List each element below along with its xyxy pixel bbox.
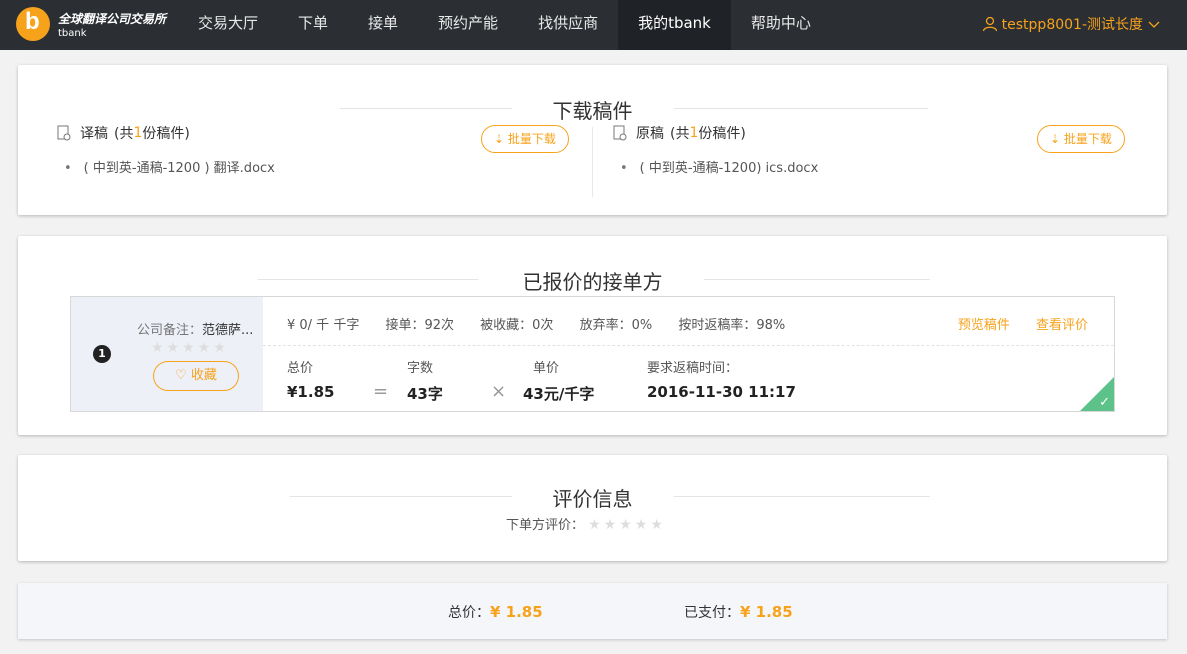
original-count: 1: [689, 125, 699, 141]
word-count-label: 字数: [407, 361, 434, 376]
download-title: 下载稿件: [552, 99, 633, 123]
times-sign: ×: [491, 381, 507, 402]
summary-total: 总价：¥ 1.85: [448, 602, 543, 622]
user-icon: [982, 16, 997, 32]
favorite-button[interactable]: ♡ 收藏: [153, 361, 239, 391]
company-rating-stars: ★★★★★: [151, 340, 229, 356]
translated-file-link[interactable]: ( 中到英-通稿-1200 ) 翻译.docx: [64, 157, 275, 176]
original-file-link[interactable]: ( 中到英-通稿-1200) ics.docx: [620, 157, 819, 176]
total-price-value: ¥1.85: [287, 383, 335, 401]
check-icon: ✓: [1099, 395, 1110, 410]
stat-orders: 接单：92次: [385, 318, 455, 333]
buyer-rating-stars: ★★★★★: [588, 517, 666, 533]
summary-paid-value: ¥ 1.85: [740, 603, 793, 621]
review-title: 评价信息: [552, 487, 633, 511]
dashed-divider: [263, 345, 1114, 346]
nav-find-supplier[interactable]: 找供应商: [518, 0, 618, 50]
quote-links: 预览稿件 查看评价: [936, 314, 1088, 333]
summary-paid-label: 已支付：: [684, 605, 740, 621]
company-label: 公司备注：: [137, 323, 203, 338]
equals-sign: =: [373, 381, 389, 402]
stat-price-per-thousand: ¥ 0/ 千 千字: [287, 318, 360, 333]
total-price-label: 总价: [287, 361, 314, 376]
brand-title: 全球翻译公司交易所: [58, 12, 167, 26]
unit-price-label: 单价: [533, 361, 560, 376]
quoted-section-title: 已报价的接单方: [18, 266, 1167, 295]
nav-take-order[interactable]: 接单: [348, 0, 418, 50]
batch-download-label: 批量下载: [1063, 132, 1112, 146]
nav-reserve-capacity[interactable]: 预约产能: [418, 0, 518, 50]
download-section-title: 下载稿件: [18, 95, 1167, 124]
stat-favorited: 被收藏：0次: [480, 318, 554, 333]
document-icon: [613, 125, 627, 141]
translated-label: 译稿: [80, 126, 108, 142]
brand[interactable]: 全球翻译公司交易所 tbank: [58, 10, 166, 39]
summary-total-label: 总价：: [448, 605, 490, 621]
user-menu[interactable]: testpp8001-测试长度: [982, 14, 1161, 34]
payment-summary: 总价：¥ 1.85 已支付：¥ 1.85: [18, 583, 1167, 639]
translated-column: 译稿 (共 1 份稿件) ( 中到英-通稿-1200 ) 翻译.docx: [56, 123, 275, 176]
main-nav: 交易大厅 下单 接单 预约产能 找供应商 我的tbank 帮助中心: [178, 0, 831, 50]
original-count-suffix: 份稿件): [698, 126, 746, 142]
translated-count-suffix: 份稿件): [142, 126, 190, 142]
nav-help-center[interactable]: 帮助中心: [731, 0, 831, 50]
batch-download-translated-button[interactable]: ⇣ 批量下载: [481, 125, 569, 153]
heart-icon: ♡: [175, 368, 187, 383]
summary-paid: 已支付：¥ 1.85: [684, 602, 793, 622]
quote-company-panel: 1 公司备注：范德萨... ★★★★★ ♡ 收藏: [71, 297, 263, 411]
quoted-title: 已报价的接单方: [522, 270, 663, 294]
batch-download-original-button[interactable]: ⇣ 批量下载: [1037, 125, 1125, 153]
download-icon: ⇣: [494, 132, 508, 146]
unit-price-value: 43元/千字: [523, 385, 595, 403]
nav-trading-hall[interactable]: 交易大厅: [178, 0, 278, 50]
view-reviews-link[interactable]: 查看评价: [1036, 318, 1088, 333]
company-remark: 公司备注：范德萨... ★★★★★: [137, 319, 253, 356]
quote-stats: ¥ 0/ 千 千字 接单：92次 被收藏：0次 放弃率：0% 按时返稿率：98%: [287, 314, 807, 333]
download-icon: ⇣: [1050, 132, 1064, 146]
document-icon: [57, 125, 71, 141]
buyer-review-label: 下单方评价：: [506, 518, 585, 533]
batch-download-label: 批量下载: [507, 132, 556, 146]
original-count-prefix: (共: [670, 126, 690, 142]
buyer-review: 下单方评价： ★★★★★: [506, 514, 666, 533]
company-name[interactable]: 范德萨...: [202, 323, 253, 338]
stat-ontime-rate: 按时返稿率：98%: [678, 318, 786, 333]
nav-my-tbank[interactable]: 我的tbank: [618, 0, 731, 50]
chevron-down-icon: [1148, 21, 1160, 28]
preview-draft-link[interactable]: 预览稿件: [958, 318, 1010, 333]
favorite-label: 收藏: [190, 368, 217, 383]
column-divider: [592, 127, 593, 197]
original-column: 原稿 (共 1 份稿件) ( 中到英-通稿-1200) ics.docx: [612, 123, 818, 176]
username: testpp8001-测试长度: [1001, 17, 1143, 33]
review-card: 评价信息 下单方评价： ★★★★★: [18, 455, 1167, 561]
deadline-label: 要求返稿时间：: [647, 361, 739, 376]
top-navbar: b 全球翻译公司交易所 tbank 交易大厅 下单 接单 预约产能 找供应商 我…: [0, 0, 1187, 50]
word-count-value: 43字: [407, 385, 443, 403]
translated-count-prefix: (共: [114, 126, 134, 142]
summary-total-value: ¥ 1.85: [490, 603, 543, 621]
stat-abandon-rate: 放弃率：0%: [579, 318, 653, 333]
quoted-card: 已报价的接单方 1 公司备注：范德萨... ★★★★★ ♡ 收藏 ¥ 0/ 千 …: [18, 236, 1167, 435]
translated-count: 1: [133, 125, 143, 141]
review-section-title: 评价信息: [18, 483, 1167, 512]
tbank-logo-icon[interactable]: b: [16, 7, 50, 41]
original-label: 原稿: [636, 126, 664, 142]
quote-item: 1 公司备注：范德萨... ★★★★★ ♡ 收藏 ¥ 0/ 千 千字 接单：92…: [70, 296, 1115, 412]
download-card: 下载稿件 译稿 (共 1 份稿件) ( 中到英-通稿-1200 ) 翻译.doc…: [18, 65, 1167, 215]
brand-subtitle: tbank: [58, 28, 87, 39]
deadline-value: 2016-11-30 11:17: [647, 383, 796, 401]
nav-place-order[interactable]: 下单: [278, 0, 348, 50]
quote-index-badge: 1: [93, 345, 111, 363]
